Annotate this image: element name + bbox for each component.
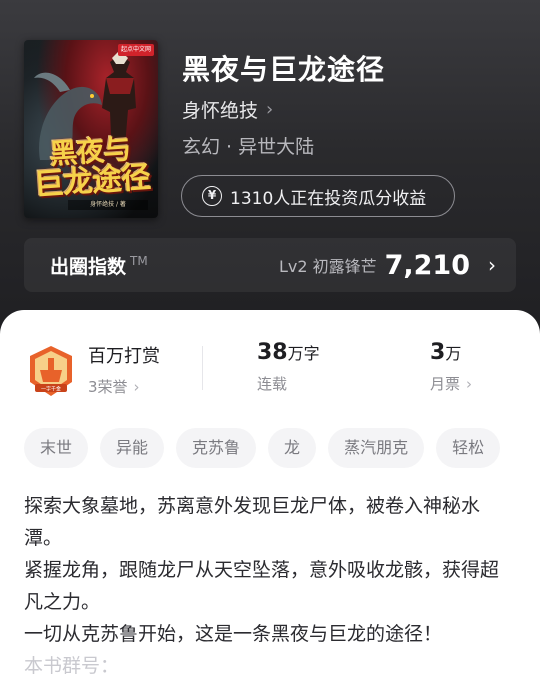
tag-chip[interactable]: 末世	[24, 428, 89, 468]
ticket-caption-text: 月票	[430, 375, 461, 393]
cover-title-line2: 巨龙途径	[32, 159, 152, 203]
index-label-text: 出圈指数	[50, 255, 127, 278]
ticket-caption: 月票 ›	[430, 373, 472, 394]
book-detail-sheet: 一字千金 百万打赏 3荣誉 › 38万字 连载 3万 月票 › 末世 异能 克苏鲁 …	[0, 310, 540, 694]
investment-text: 1310人正在投资瓜分收益	[230, 188, 427, 209]
trademark-mark: TM	[130, 254, 148, 269]
publisher-badge: 起点中文网	[117, 44, 154, 56]
yen-coin-icon: ¥	[202, 186, 222, 206]
reward-medal-icon[interactable]: 一字千金	[26, 344, 76, 398]
reward-title: 百万打赏	[88, 346, 160, 367]
synopsis-paragraph: 一切从克苏鲁开始，这是一条黑夜与巨龙的途径！	[24, 623, 443, 645]
author-link[interactable]: 身怀绝技 ›	[182, 96, 273, 123]
ticket-unit: 万	[445, 344, 462, 363]
investment-button[interactable]: ¥ 1310人正在投资瓜分收益	[181, 175, 455, 217]
chevron-right-icon: ›	[466, 375, 473, 393]
synopsis-paragraph: 探索大象墓地，苏离意外发现巨龙尸体，被卷入神秘水潭。	[24, 495, 481, 549]
synopsis-paragraph: 紧握龙角，跟随龙尸从天空坠落，意外吸收龙骸，获得超凡之力。	[24, 559, 500, 613]
genre-label: 玄幻 · 异世大陆	[182, 136, 315, 158]
tag-chip[interactable]: 轻松	[436, 428, 501, 468]
chevron-right-icon: ›	[488, 253, 496, 277]
stats-divider	[202, 346, 203, 390]
word-count-unit: 万字	[287, 344, 320, 363]
index-label: 出圈指数 TM	[50, 252, 148, 279]
popularity-index-bar[interactable]: 出圈指数 TM Lv2 初露锋芒 7,210 ›	[24, 238, 516, 292]
chevron-right-icon: ›	[133, 378, 140, 396]
ticket-number: 3	[430, 340, 446, 365]
monthly-ticket-stat[interactable]: 3万 月票 ›	[430, 340, 472, 394]
tag-list: 末世 异能 克苏鲁 龙 蒸汽朋克 轻松	[24, 428, 501, 468]
tag-chip[interactable]: 克苏鲁	[176, 428, 257, 468]
author-name: 身怀绝技	[182, 100, 259, 122]
tag-chip[interactable]: 异能	[100, 428, 165, 468]
book-cover-image[interactable]: 起点中文网 黑夜与 巨龙途径 身怀绝技 / 著	[24, 40, 158, 218]
reward-stat[interactable]: 百万打赏 3荣誉 ›	[88, 342, 160, 397]
cover-title-art: 黑夜与 巨龙途径	[24, 132, 158, 203]
cover-subtitle: 身怀绝技 / 著	[68, 200, 148, 210]
reward-honor: 3荣誉 ›	[88, 376, 160, 397]
tag-chip[interactable]: 龙	[268, 428, 317, 468]
word-count-number: 38	[257, 340, 288, 365]
book-synopsis[interactable]: 探索大象墓地，苏离意外发现巨龙尸体，被卷入神秘水潭。 紧握龙角，跟随龙尸从天空坠…	[24, 490, 516, 682]
index-score: 7,210	[384, 249, 470, 281]
serial-status: 连载	[257, 375, 288, 393]
chevron-right-icon: ›	[266, 99, 274, 120]
index-level: Lv2 初露锋芒	[278, 257, 377, 276]
medal-text: 一字千金	[41, 386, 61, 393]
stats-row: 一字千金 百万打赏 3荣誉 › 38万字 连载 3万 月票 ›	[0, 338, 540, 402]
synopsis-paragraph: 本书群号：	[24, 655, 120, 677]
tag-chip[interactable]: 蒸汽朋克	[328, 428, 425, 468]
book-header: 起点中文网 黑夜与 巨龙途径 身怀绝技 / 著 黑夜与巨龙途径 身怀绝技 › 玄…	[0, 0, 540, 340]
book-title: 黑夜与巨龙途径	[182, 53, 386, 86]
word-count-stat: 38万字 连载	[257, 340, 320, 394]
reward-honor-text: 3荣誉	[88, 378, 128, 396]
